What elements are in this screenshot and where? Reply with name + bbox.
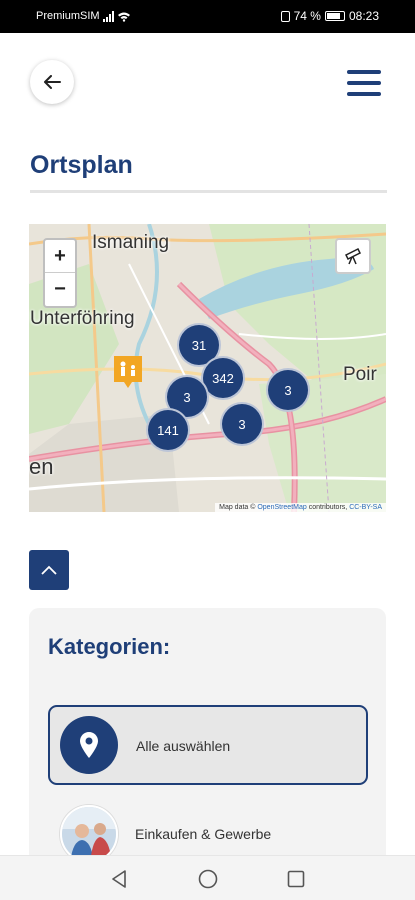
chevron-up-icon (41, 565, 57, 575)
license-link[interactable]: CC-BY-SA (349, 504, 382, 511)
battery-percent: 74 % (293, 9, 321, 23)
back-button[interactable] (30, 60, 74, 104)
carrier-name: PremiumSIM (36, 10, 100, 22)
clock: 08:23 (348, 9, 379, 23)
map-attribution: Map data © OpenStreetMap contributors, C… (215, 503, 386, 512)
collapse-button[interactable] (29, 550, 69, 590)
place-label-edge: en (29, 454, 54, 479)
attribution-middle: contributors, (306, 504, 350, 511)
status-bar: PremiumSIM 74 % 08:23 (0, 0, 415, 33)
category-label[interactable]: Einkaufen & Gewerbe (135, 826, 271, 842)
attribution-prefix: Map data © (219, 504, 258, 511)
place-label-ismaning: Ismaning (92, 232, 170, 253)
cluster-marker[interactable]: 141 (146, 408, 190, 452)
hamburger-line (347, 92, 381, 96)
arrow-left-icon (44, 75, 61, 89)
category-item-all[interactable]: Alle auswählen (48, 705, 368, 785)
categories-heading: Kategorien: (48, 634, 171, 659)
zoom-out-button[interactable]: − (45, 273, 75, 306)
recents-square-icon[interactable] (285, 868, 307, 890)
family-poi-marker[interactable] (111, 354, 145, 390)
status-right: 74 % 08:23 (280, 9, 379, 23)
signal-wifi-icon (103, 11, 133, 25)
place-label-unterfoehring: Unterföhring (30, 308, 135, 329)
hamburger-line (347, 81, 381, 85)
cluster-marker[interactable]: 3 (266, 368, 310, 412)
zoom-in-button[interactable]: + (45, 240, 75, 273)
place-label-poing: Poir (343, 364, 377, 385)
back-triangle-icon[interactable] (108, 868, 130, 890)
osm-link[interactable]: OpenStreetMap (257, 504, 306, 511)
map-view[interactable]: Ismaning Unterföhring Poir en + − 31 342… (29, 224, 386, 512)
locate-button[interactable] (335, 238, 371, 274)
nfc-icon (280, 10, 290, 22)
category-label: Alle auswählen (136, 738, 231, 754)
app-screen: PremiumSIM 74 % 08:23 Ortsplan Ismaning … (0, 0, 415, 900)
zoom-control: + − (43, 238, 77, 308)
home-circle-icon[interactable] (197, 868, 219, 890)
system-nav-bar (0, 855, 415, 900)
cluster-marker[interactable]: 3 (220, 402, 264, 446)
menu-button[interactable] (347, 70, 381, 96)
telescope-icon (344, 247, 362, 265)
hamburger-menu-icon (347, 70, 381, 74)
location-pin-icon (60, 716, 118, 774)
title-divider (30, 190, 387, 193)
page-title: Ortsplan (30, 151, 133, 179)
battery-icon (324, 11, 345, 21)
